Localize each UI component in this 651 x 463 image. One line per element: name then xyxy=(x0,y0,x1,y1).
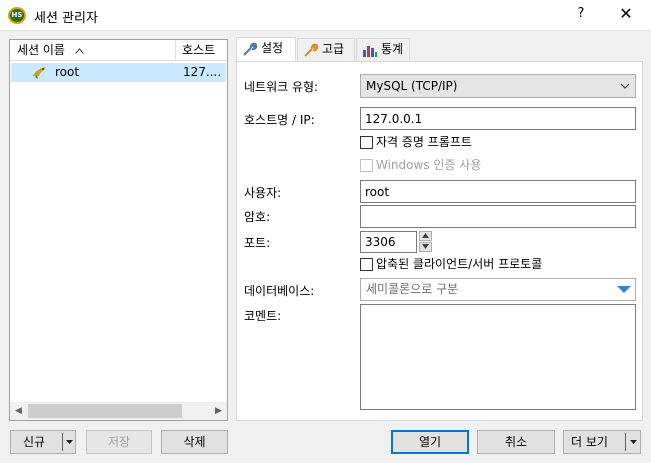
windows-auth-box xyxy=(360,159,373,172)
dropdown-arrow-icon[interactable] xyxy=(617,286,631,293)
port-decrement-icon[interactable] xyxy=(419,242,432,252)
prompt-credentials-label: 자격 증명 프롬프트 xyxy=(376,135,472,149)
wrench-icon xyxy=(242,42,258,57)
host-label: 호스트명 / IP: xyxy=(244,113,315,127)
delete-button[interactable]: 삭제 xyxy=(161,430,228,454)
chevron-down-icon xyxy=(620,75,630,106)
network-type-select[interactable]: MySQL (TCP/IP) xyxy=(360,74,636,98)
port-input[interactable]: 3306 xyxy=(360,231,417,253)
settings-panel: 네트워크 유형: MySQL (TCP/IP) 호스트명 / IP: 자격 증명… xyxy=(236,61,643,421)
scroll-left-icon[interactable]: ◀ xyxy=(10,402,27,420)
wrench-orange-icon xyxy=(303,43,319,58)
more-dropdown-icon[interactable] xyxy=(629,431,638,462)
scrollbar-thumb[interactable] xyxy=(28,404,182,418)
network-type-label: 네트워크 유형: xyxy=(244,80,319,94)
tab-settings-label: 설정 xyxy=(261,41,284,55)
database-select[interactable]: 세미콜론으로 구분 xyxy=(360,278,636,301)
tab-settings[interactable]: 설정 xyxy=(236,37,296,61)
password-label: 암호: xyxy=(244,210,271,224)
comment-textarea[interactable] xyxy=(360,304,636,410)
session-dolphin-icon xyxy=(32,65,48,80)
save-button[interactable]: 저장 xyxy=(86,430,152,454)
column-header-session-name[interactable]: 세션 이름 xyxy=(10,40,176,61)
user-label: 사용자: xyxy=(244,186,282,200)
session-host: 127.... xyxy=(183,65,222,79)
user-input[interactable] xyxy=(360,180,636,203)
close-button[interactable]: ✕ xyxy=(615,4,637,26)
scroll-right-icon[interactable]: ▶ xyxy=(210,402,227,420)
new-dropdown-icon[interactable] xyxy=(65,431,74,462)
session-list[interactable]: 세션 이름 호스트 root 127.... ◀ ▶ xyxy=(9,39,228,421)
port-label: 포트: xyxy=(244,236,271,250)
bar-chart-icon xyxy=(362,43,378,58)
port-increment-icon[interactable] xyxy=(419,231,432,241)
database-placeholder: 세미콜론으로 구분 xyxy=(366,282,459,296)
host-input[interactable] xyxy=(360,107,636,130)
compressed-protocol-label: 압축된 클라이언트/서버 프로토콜 xyxy=(376,257,543,271)
split-separator xyxy=(62,433,63,451)
column-header-host[interactable]: 호스트 xyxy=(176,40,227,61)
horizontal-scrollbar[interactable]: ◀ ▶ xyxy=(10,402,227,420)
window-title: 세션 관리자 xyxy=(34,11,98,26)
app-logo-icon: HS xyxy=(8,7,26,24)
network-type-value: MySQL (TCP/IP) xyxy=(366,79,458,93)
new-button-label: 신규 xyxy=(23,435,46,449)
session-row-root[interactable]: root 127.... xyxy=(11,63,226,82)
session-list-header: 세션 이름 호스트 xyxy=(10,40,227,61)
more-button-label: 더 보기 xyxy=(571,435,608,449)
split-separator xyxy=(625,433,626,451)
open-button[interactable]: 열기 xyxy=(391,430,469,454)
column-header-session-name-label: 세션 이름 xyxy=(17,43,65,57)
title-bar: HS 세션 관리자 ? ✕ xyxy=(0,0,651,31)
more-button[interactable]: 더 보기 xyxy=(563,430,641,454)
prompt-credentials-box[interactable] xyxy=(360,136,373,149)
compressed-protocol-box[interactable] xyxy=(360,258,373,271)
database-label: 데이터베이스: xyxy=(244,284,315,298)
tab-advanced[interactable]: 고급 xyxy=(297,38,355,61)
cancel-button[interactable]: 취소 xyxy=(477,430,555,454)
help-button[interactable]: ? xyxy=(570,6,592,26)
password-input[interactable] xyxy=(360,205,636,228)
tab-statistics[interactable]: 통계 xyxy=(356,38,410,61)
comment-label: 코멘트: xyxy=(244,309,282,323)
windows-auth-label: Windows 인증 사용 xyxy=(376,158,482,172)
new-button[interactable]: 신규 xyxy=(10,430,76,454)
tab-statistics-label: 통계 xyxy=(381,42,404,56)
session-name: root xyxy=(55,65,80,79)
sort-ascending-icon xyxy=(74,46,84,57)
tab-advanced-label: 고급 xyxy=(322,42,345,56)
